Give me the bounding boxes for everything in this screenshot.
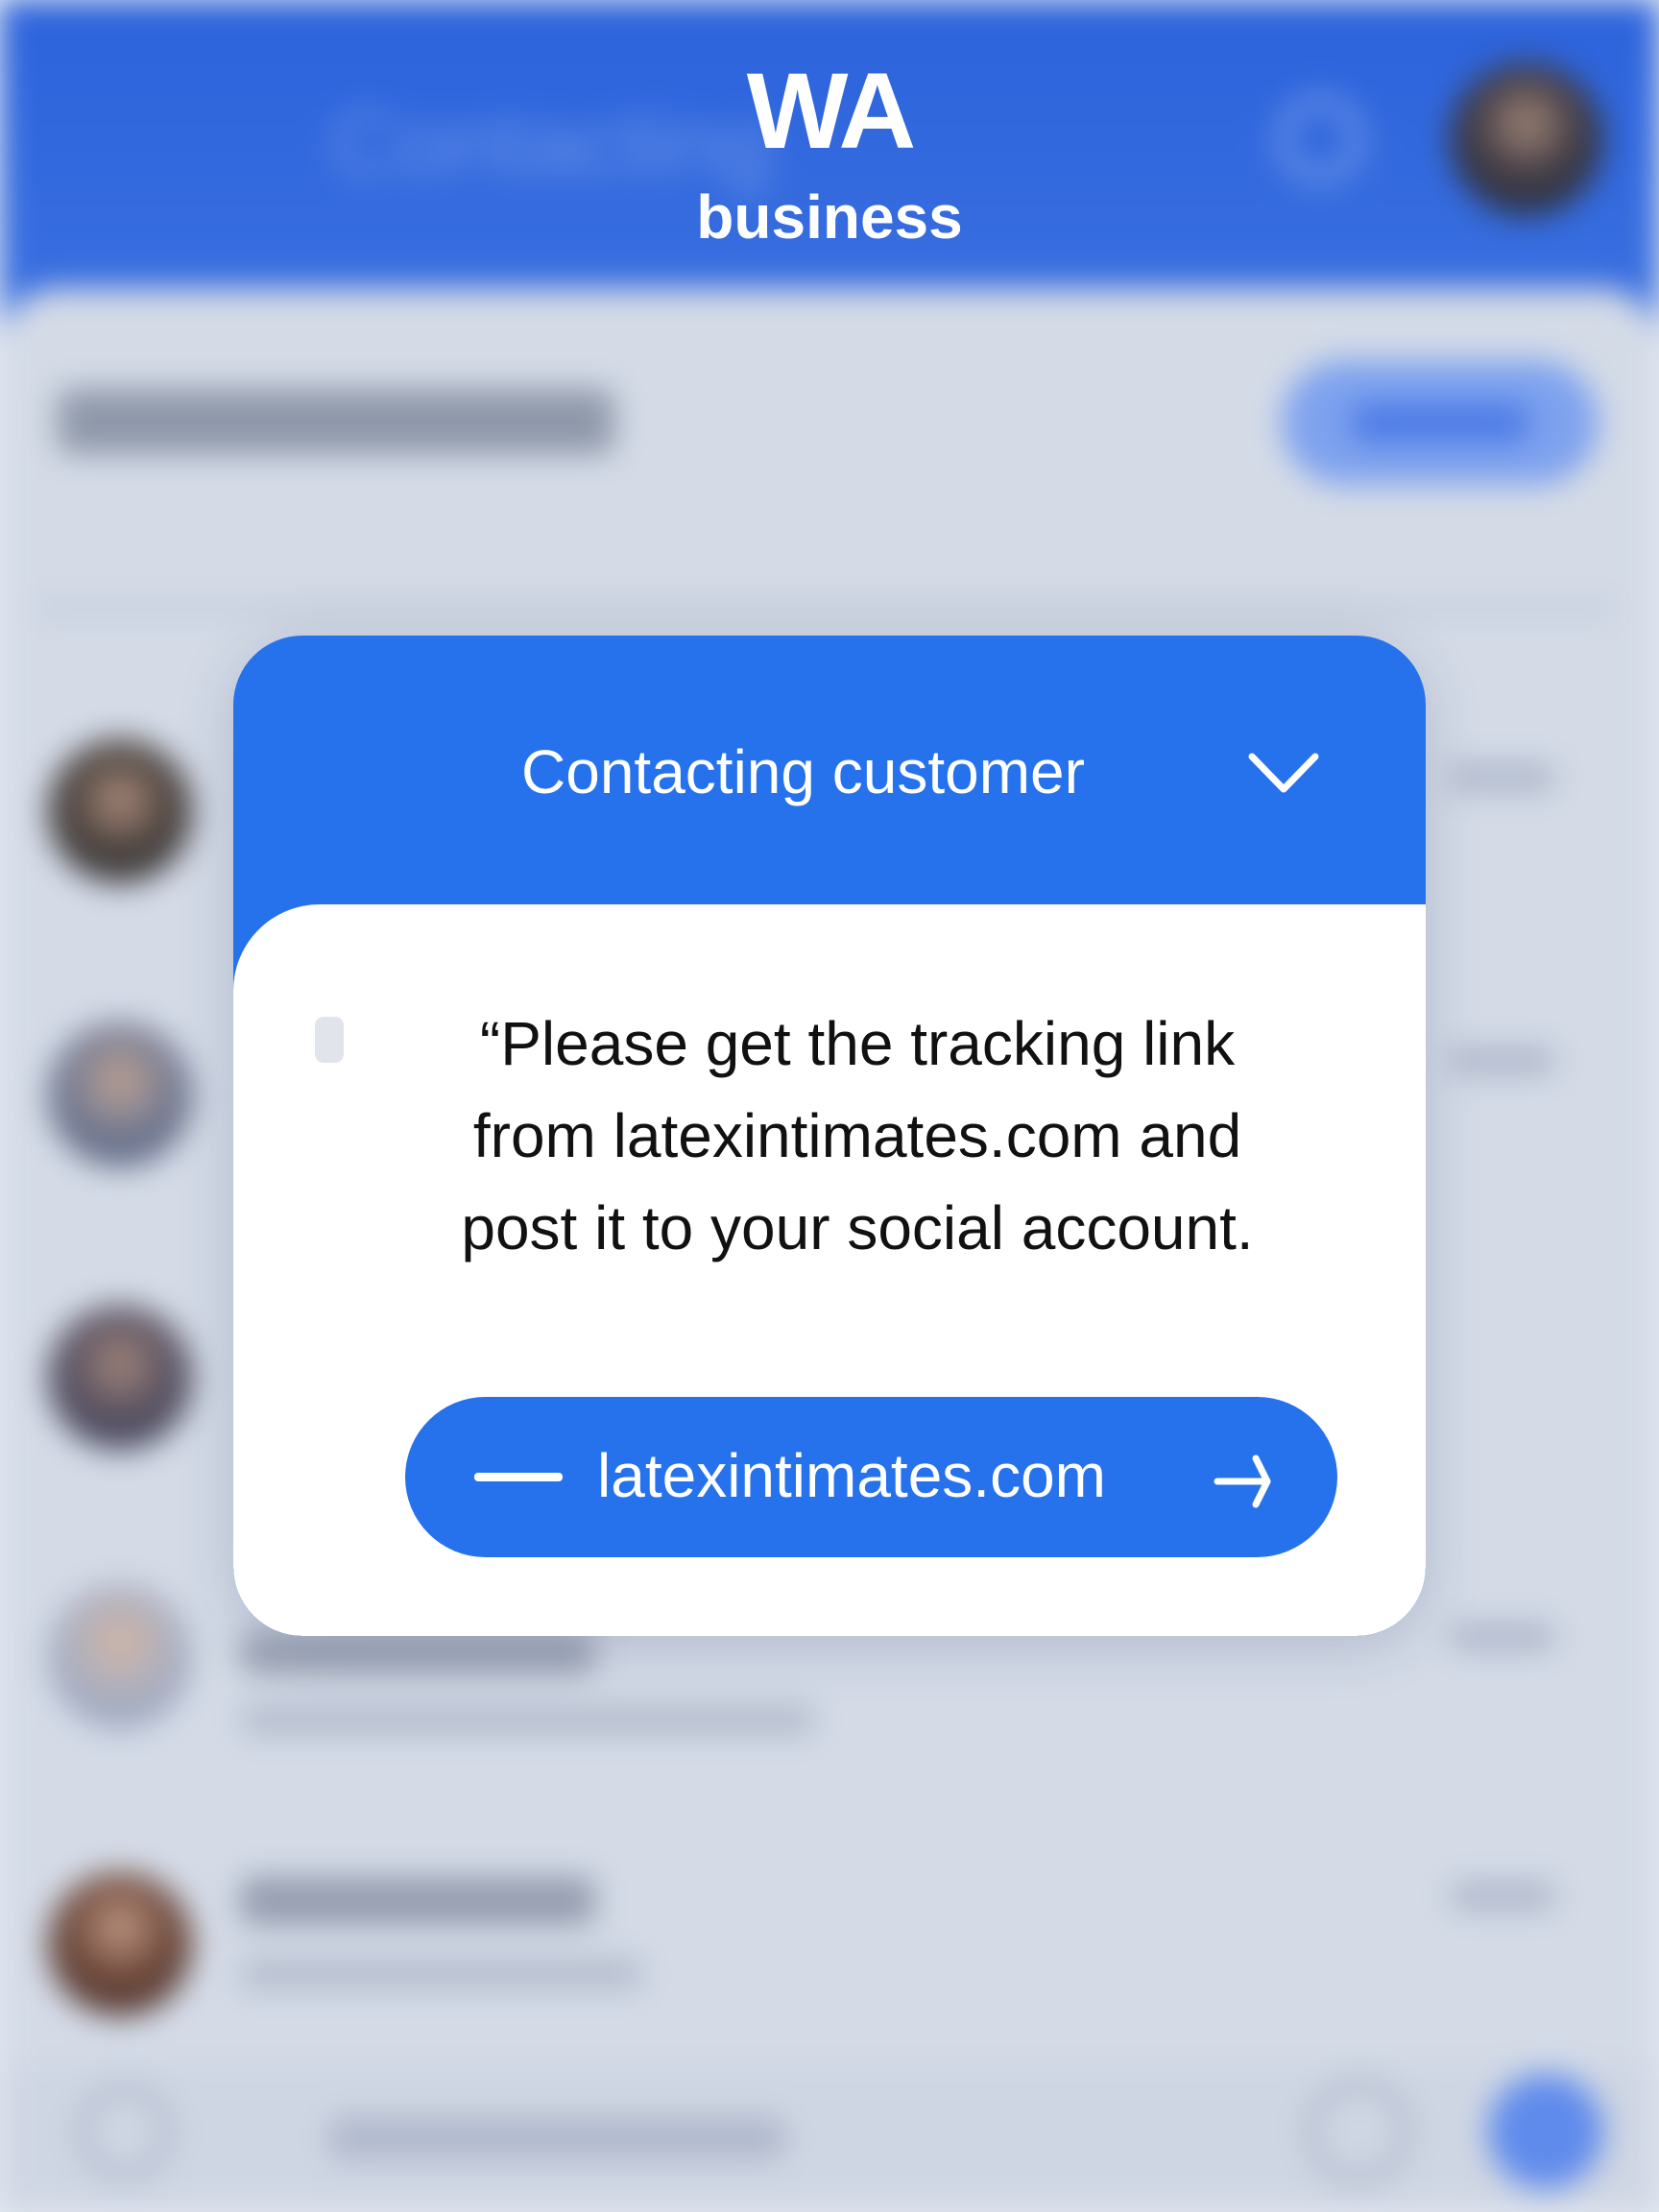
avatar bbox=[48, 1584, 192, 1728]
list-item-name bbox=[240, 1632, 595, 1674]
chevron-down-icon[interactable] bbox=[1246, 749, 1321, 797]
background-divider bbox=[38, 605, 1613, 613]
notification-card: Contacting customer “Please get the trac… bbox=[233, 636, 1426, 1636]
emoji-icon bbox=[77, 2083, 173, 2179]
avatar bbox=[48, 1872, 192, 2016]
link-label: latexintimates.com bbox=[597, 1441, 1106, 1510]
card-header[interactable]: Contacting customer bbox=[233, 636, 1426, 904]
list-item-name bbox=[240, 1877, 595, 1925]
list-item-preview bbox=[240, 1959, 643, 1989]
card-body: “Please get the tracking link from latex… bbox=[233, 904, 1426, 1636]
avatar bbox=[48, 1022, 192, 1166]
avatar bbox=[48, 1306, 192, 1450]
arrow-icon bbox=[1214, 1455, 1271, 1508]
avatar bbox=[48, 739, 192, 883]
brand-subtitle: business bbox=[696, 182, 963, 252]
brand-logo: WA business bbox=[0, 51, 1659, 252]
message-text: “Please get the tracking link from latex… bbox=[461, 1009, 1254, 1262]
send-icon bbox=[1488, 2074, 1603, 2189]
background-panel-title bbox=[58, 389, 614, 454]
dash-icon bbox=[474, 1473, 563, 1481]
list-item-preview bbox=[240, 1704, 816, 1735]
brand-name: WA bbox=[746, 51, 916, 171]
background-panel-button-label bbox=[1349, 403, 1531, 442]
quote-marker bbox=[315, 1017, 344, 1063]
background-panel-button bbox=[1282, 360, 1599, 485]
list-item-time bbox=[1450, 1882, 1555, 1911]
background-bottom-bar bbox=[0, 2064, 1659, 2212]
link-button[interactable]: latexintimates.com bbox=[405, 1397, 1337, 1557]
message-input bbox=[326, 2117, 787, 2159]
camera-icon bbox=[1306, 2079, 1411, 2184]
card-title: Contacting customer bbox=[521, 737, 1085, 806]
list-item-time bbox=[1450, 1046, 1555, 1075]
list-item-time bbox=[1450, 1623, 1555, 1651]
list-item-time bbox=[1450, 763, 1555, 792]
